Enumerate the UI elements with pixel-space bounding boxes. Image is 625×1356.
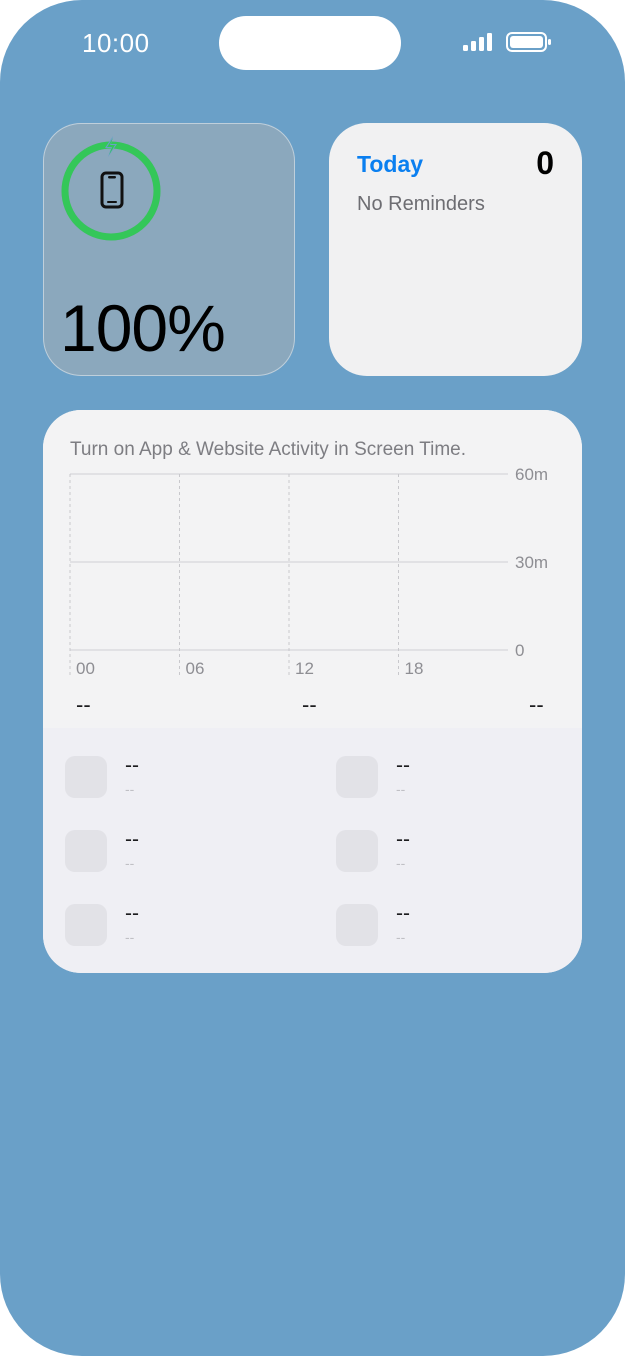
x-tick-label: 12: [295, 659, 314, 678]
screen-time-chart: 60m30m000 06 12 18: [69, 465, 548, 678]
screen-time-widget[interactable]: Turn on App & Website Activity in Screen…: [43, 410, 582, 973]
total-time-left: --: [76, 692, 91, 717]
total-time-middle: --: [302, 692, 317, 717]
reminders-widget[interactable]: Today 0 No Reminders: [329, 123, 582, 376]
app-name: --: [396, 828, 410, 851]
x-tick-label: 06: [186, 659, 205, 678]
app-placeholder-icon: [65, 830, 107, 872]
status-time: 10:00: [82, 28, 150, 58]
y-tick-label: 0: [515, 641, 524, 660]
reminders-empty-text: No Reminders: [357, 193, 485, 215]
app-placeholder-icon: [336, 756, 378, 798]
cellular-signal-icon: [463, 33, 492, 51]
app-name: --: [125, 828, 139, 851]
app-time: --: [125, 855, 135, 871]
battery-status-icon: [506, 32, 551, 52]
reminders-list-title: Today: [357, 151, 424, 177]
y-tick-label: 60m: [515, 465, 548, 484]
batteries-widget[interactable]: 100%: [43, 123, 295, 376]
battery-ring: [61, 136, 161, 241]
app-usage-item: -- --: [336, 754, 536, 800]
app-time: --: [396, 781, 406, 797]
app-usage-item: -- --: [65, 828, 265, 874]
iphone-icon: [100, 171, 124, 209]
app-placeholder-icon: [65, 756, 107, 798]
app-name: --: [396, 902, 410, 925]
charging-bolt-icon: [105, 136, 117, 157]
app-placeholder-icon: [336, 904, 378, 946]
app-usage-item: -- --: [65, 902, 265, 948]
dynamic-island: [219, 16, 401, 70]
app-time: --: [125, 929, 135, 945]
home-screen: 10:00 100% Today 0 No Reminders Turn on …: [0, 0, 625, 1356]
app-name: --: [125, 754, 139, 777]
reminders-count: 0: [536, 145, 554, 181]
app-usage-item: -- --: [336, 902, 536, 948]
x-tick-label: 00: [76, 659, 95, 678]
app-placeholder-icon: [336, 830, 378, 872]
app-time: --: [396, 855, 406, 871]
app-name: --: [125, 902, 139, 925]
app-name: --: [396, 754, 410, 777]
x-tick-label: 18: [405, 659, 424, 678]
app-time: --: [125, 781, 135, 797]
app-usage-item: -- --: [65, 754, 265, 800]
battery-percentage: 100%: [60, 291, 226, 365]
app-time: --: [396, 929, 406, 945]
y-tick-label: 30m: [515, 553, 548, 572]
app-placeholder-icon: [65, 904, 107, 946]
app-usage-item: -- --: [336, 828, 536, 874]
total-time-right: --: [529, 692, 544, 717]
